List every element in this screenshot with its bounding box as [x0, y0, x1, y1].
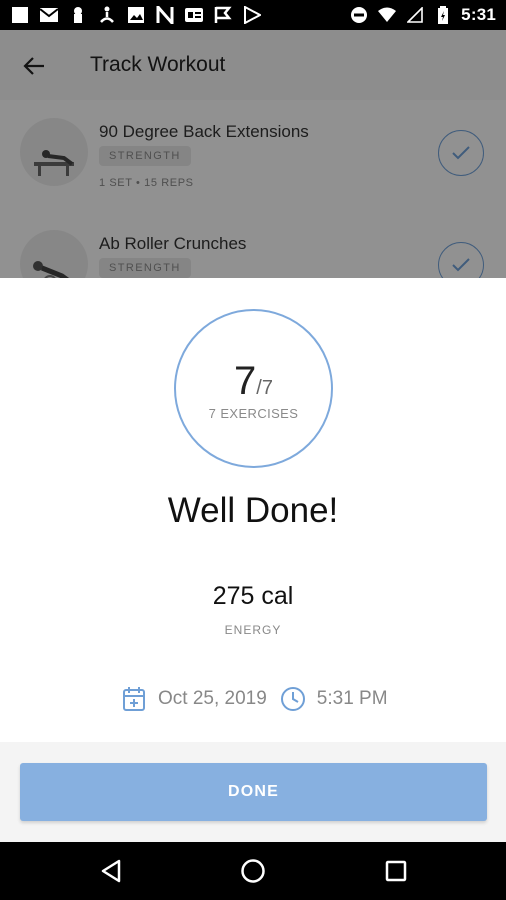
system-icons: 5:31 [349, 5, 496, 25]
dim-overlay[interactable] [0, 30, 506, 278]
progress-label: 7 EXERCISES [208, 406, 299, 421]
completion-headline: Well Done! [167, 491, 339, 530]
flag-icon [213, 6, 233, 24]
image-icon [126, 6, 146, 24]
footer: DONE [0, 742, 506, 842]
wifi-icon [377, 6, 397, 24]
nav-home-button[interactable] [238, 856, 268, 886]
status-bar: 5:31 [0, 0, 506, 30]
clock-icon [279, 685, 307, 713]
n-icon [155, 6, 175, 24]
workout-date: Oct 25, 2019 [158, 688, 267, 709]
total-count: /7 [256, 377, 273, 399]
workout-complete-sheet: 7/7 7 EXERCISES Well Done! 275 cal ENERG… [0, 278, 506, 742]
progress-ring: 7/7 7 EXERCISES [174, 309, 333, 468]
progress-count: 7/7 [176, 359, 331, 404]
clock: 5:31 [461, 5, 496, 24]
gmail-icon [39, 6, 59, 24]
recents-square-icon [385, 860, 407, 882]
yoga-icon [97, 6, 117, 24]
keyhole-icon [68, 6, 88, 24]
nav-recents-button[interactable] [381, 856, 411, 886]
play-icon [242, 6, 262, 24]
energy-label: ENERGY [224, 623, 282, 637]
calendar-icon [120, 685, 148, 713]
dnd-icon [349, 6, 369, 24]
energy-value: 275 cal [212, 582, 294, 610]
home-circle-icon [241, 859, 265, 883]
signal-icon [405, 6, 425, 24]
notification-icons [10, 6, 262, 24]
done-button[interactable]: DONE [20, 763, 487, 821]
back-triangle-icon [101, 859, 121, 883]
workout-time: 5:31 PM [316, 688, 388, 709]
square-icon [10, 6, 30, 24]
navigation-bar [0, 842, 506, 900]
date-time-row: Oct 25, 2019 5:31 PM [120, 684, 388, 714]
battery-icon [433, 6, 453, 24]
completed-count: 7 [234, 359, 257, 403]
id-card-icon [184, 6, 204, 24]
nav-back-button[interactable] [96, 856, 126, 886]
